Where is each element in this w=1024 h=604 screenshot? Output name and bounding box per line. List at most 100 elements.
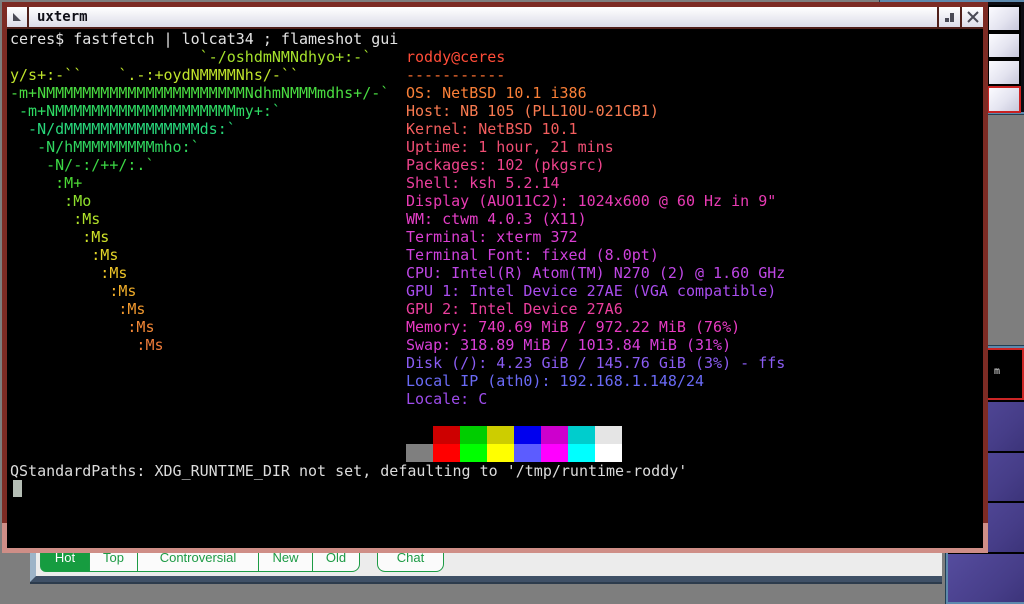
close-button[interactable] (960, 7, 983, 27)
terminal-row (10, 408, 983, 426)
terminal-row: :Ms Swap: 318.89 MiB / 1013.84 MiB (31%) (10, 336, 983, 354)
fastfetch-info-text: Disk (/): 4.23 GiB / 145.76 GiB (3%) - f… (406, 354, 785, 372)
icon-manager-entry[interactable] (987, 59, 1021, 86)
terminal-text: -N/dMMMMMMMMMMMMMMMds:` (10, 120, 236, 138)
color-palette-row (406, 426, 622, 444)
terminal-text: :Ms (10, 246, 118, 264)
fastfetch-info-text: Terminal Font: fixed (8.0pt) (406, 246, 659, 264)
iconify-button[interactable] (7, 7, 29, 27)
terminal-row (10, 426, 983, 444)
desktop: { "window": { "title": "uxterm", "icons"… (0, 0, 1024, 600)
terminal-row: :Ms WM: ctwm 4.0.3 (X11) (10, 210, 983, 228)
palette-swatch (433, 444, 460, 462)
fastfetch-info-text: Terminal: xterm 372 (406, 228, 578, 246)
resize-icon (942, 9, 958, 25)
terminal-row (10, 480, 983, 498)
terminal-text: :Ms (10, 300, 145, 318)
terminal-text: -m+NMMMMMMMMMMMMMMMMMMMMMMNdhmNMMMmdhs+/… (10, 84, 389, 102)
resize-grip-bottom[interactable] (2, 548, 988, 553)
fastfetch-info-text: Host: NB 105 (PLL10U-021CB1) (406, 102, 659, 120)
palette-swatch (487, 444, 514, 462)
terminal-text: -N/hMMMMMMMMMmho:` (10, 138, 200, 156)
title-bar[interactable]: uxterm (7, 7, 983, 29)
terminal-cursor (13, 480, 22, 497)
terminal-row: :Ms GPU 2: Intel Device 27A6 (10, 300, 983, 318)
terminal-row: :Ms Terminal: xterm 372 (10, 228, 983, 246)
window-title: uxterm (29, 7, 937, 27)
fastfetch-info-text: Uptime: 1 hour, 21 mins (406, 138, 614, 156)
fastfetch-info-text: ----------- (406, 66, 505, 84)
terminal-text: :Ms (10, 336, 164, 354)
terminal-text: QStandardPaths: XDG_RUNTIME_DIR not set,… (10, 462, 687, 480)
terminal-text: `-/oshdmNMNdhyo+:-` (10, 48, 371, 66)
terminal-screen[interactable]: ceres$ fastfetch | lolcat34 ; flameshot … (7, 29, 983, 548)
fastfetch-info-text: Kernel: NetBSD 10.1 (406, 120, 578, 138)
terminal-row: :Ms GPU 1: Intel Device 27AE (VGA compati… (10, 282, 983, 300)
palette-swatch (460, 444, 487, 462)
fastfetch-info-text: Locale: C (406, 390, 487, 408)
terminal-text: y/s+:-`` `.-:+oydNMMMMNhs/-`` (10, 66, 299, 84)
palette-swatch (541, 426, 568, 444)
fastfetch-info-text: WM: ctwm 4.0.3 (X11) (406, 210, 587, 228)
palette-swatch (595, 426, 622, 444)
terminal-row: :Ms Terminal Font: fixed (8.0pt) (10, 246, 983, 264)
fastfetch-info-text: Packages: 102 (pkgsrc) (406, 156, 605, 174)
icon-manager-entry-label: m (994, 366, 1000, 377)
close-icon (965, 9, 981, 25)
terminal-row (10, 444, 983, 462)
terminal-row: :MsCPU: Intel(R) Atom(TM) N270 (2) @ 1.6… (10, 264, 983, 282)
terminal-text: :Ms (10, 282, 136, 300)
terminal-row: Local IP (ath0): 192.168.1.148/24 (10, 372, 983, 390)
palette-swatch (460, 426, 487, 444)
terminal-row: `-/oshdmNMNdhyo+:-` roddy@ceres (10, 48, 983, 66)
palette-swatch (595, 444, 622, 462)
icon-manager-entry[interactable] (987, 86, 1021, 113)
terminal-text: ceres$ fastfetch | lolcat34 ; flameshot … (10, 30, 398, 48)
palette-swatch (514, 426, 541, 444)
terminal-row: -m+NMMMMMMMMMMMMMMMMMMMMmy+:` Host: NB 10… (10, 102, 983, 120)
palette-swatch (568, 426, 595, 444)
fastfetch-info-text: GPU 1: Intel Device 27AE (VGA compatible… (406, 282, 776, 300)
terminal-text: :Ms (10, 264, 127, 282)
terminal-row: ceres$ fastfetch | lolcat34 ; flameshot … (10, 30, 983, 48)
terminal-row: QStandardPaths: XDG_RUNTIME_DIR not set,… (10, 462, 983, 480)
terminal-row: :M+ Shell: ksh 5.2.14 (10, 174, 983, 192)
fastfetch-info-text: Shell: ksh 5.2.14 (406, 174, 560, 192)
terminal-row: Disk (/): 4.23 GiB / 145.76 GiB (3%) - f… (10, 354, 983, 372)
terminal-text: :M+ (10, 174, 82, 192)
fastfetch-info-text: Local IP (ath0): 192.168.1.148/24 (406, 372, 704, 390)
palette-swatch (406, 426, 433, 444)
iconify-icon (13, 13, 21, 21)
fastfetch-info-text: Swap: 318.89 MiB / 1013.84 MiB (31%) (406, 336, 731, 354)
resize-button[interactable] (937, 7, 960, 27)
terminal-text: :Ms (10, 228, 109, 246)
palette-swatch (541, 444, 568, 462)
terminal-text: :Mo (10, 192, 91, 210)
fastfetch-info-text: Memory: 740.69 MiB / 972.22 MiB (76%) (406, 318, 740, 336)
terminal-row: -m+NMMMMMMMMMMMMMMMMMMMMMMNdhmNMMMmdhs+/… (10, 84, 983, 102)
palette-swatch (406, 444, 433, 462)
terminal-row: Locale: C (10, 390, 983, 408)
terminal-text: :Ms (10, 318, 155, 336)
palette-swatch (487, 426, 514, 444)
icon-manager-entry[interactable] (987, 32, 1021, 59)
terminal-row: -N/-:/++/:.` Packages: 102 (pkgsrc) (10, 156, 983, 174)
palette-swatch (568, 444, 595, 462)
fastfetch-info-text: Display (AUO11C2): 1024x600 @ 60 Hz in 9… (406, 192, 776, 210)
palette-swatch (514, 444, 541, 462)
icon-manager-entry[interactable] (987, 5, 1021, 32)
palette-swatch (433, 426, 460, 444)
terminal-row: :Ms Memory: 740.69 MiB / 972.22 MiB (76%) (10, 318, 983, 336)
uxterm-window[interactable]: uxterm ceres$ fastfetch | lolcat34 ; fla… (2, 2, 988, 553)
icon-manager-entry[interactable] (948, 554, 1024, 602)
terminal-row: -N/dMMMMMMMMMMMMMMMds:` Kernel: NetBSD 10… (10, 120, 983, 138)
fastfetch-info-text: GPU 2: Intel Device 27A6 (406, 300, 623, 318)
fastfetch-info-text: roddy@ceres (406, 48, 505, 66)
terminal-row: y/s+:-`` `.-:+oydNMMMMNhs/-`` ----------- (10, 66, 983, 84)
color-palette-row (406, 444, 622, 462)
fastfetch-info-text: OS: NetBSD 10.1 i386 (406, 84, 587, 102)
terminal-row: :Mo Display (AUO11C2): 1024x600 @ 60 Hz i… (10, 192, 983, 210)
terminal-text: -m+NMMMMMMMMMMMMMMMMMMMMmy+:` (10, 102, 281, 120)
terminal-text: -N/-:/++/:.` (10, 156, 155, 174)
terminal-text: :Ms (10, 210, 100, 228)
